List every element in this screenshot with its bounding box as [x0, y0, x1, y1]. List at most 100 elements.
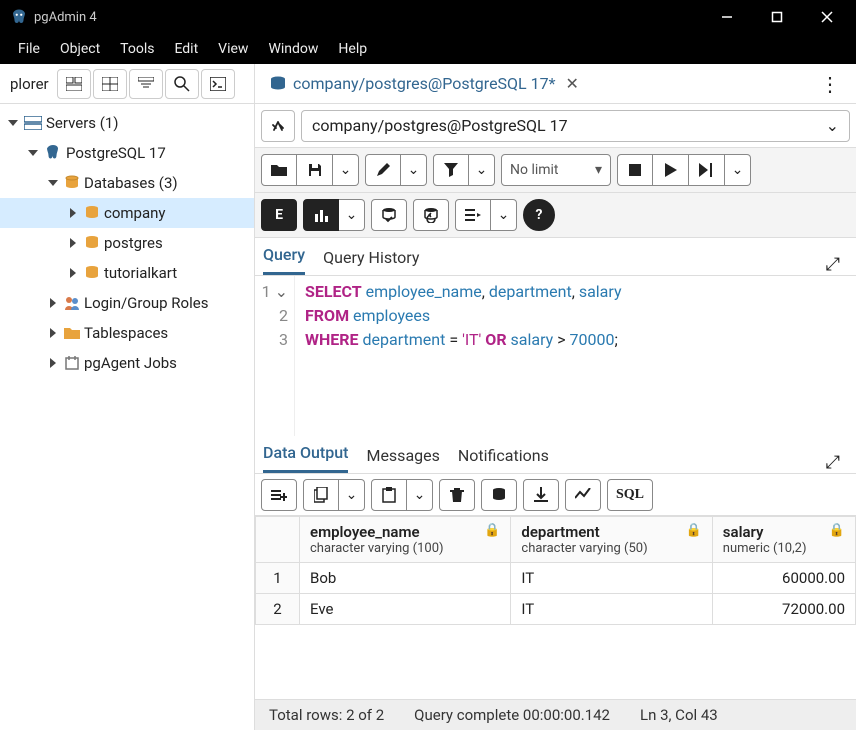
filter-button[interactable] [129, 69, 163, 99]
explain-e-button[interactable]: E [261, 199, 297, 231]
cell[interactable]: IT [511, 563, 712, 594]
download-button[interactable] [523, 479, 559, 511]
edit-button[interactable] [365, 154, 401, 186]
menu-bar: File Object Tools Edit View Window Help [0, 34, 856, 64]
tab-notifications[interactable]: Notifications [458, 438, 549, 473]
col-header-department[interactable]: 🔒departmentcharacter varying (50) [511, 517, 712, 563]
graph-button[interactable] [565, 479, 601, 511]
tree-servers[interactable]: Servers (1) [0, 108, 254, 138]
sql-code[interactable]: SELECT employee_name, department, salary… [295, 276, 632, 436]
tab-query-history[interactable]: Query History [323, 240, 419, 275]
help-button[interactable]: ? [523, 199, 555, 231]
close-icon[interactable]: ✕ [566, 74, 579, 93]
edit-dropdown[interactable]: ⌄ [401, 154, 427, 186]
maximize-button[interactable] [752, 0, 802, 34]
cell[interactable]: 60000.00 [712, 563, 855, 594]
execute-dropdown[interactable]: ⌄ [725, 154, 751, 186]
menu-help[interactable]: Help [328, 37, 377, 61]
copy-button[interactable] [303, 479, 339, 511]
minimize-button[interactable] [702, 0, 752, 34]
row-header-corner[interactable] [256, 517, 300, 563]
save-data-button[interactable] [481, 479, 517, 511]
cell[interactable]: 72000.00 [712, 594, 855, 625]
analyze-dropdown[interactable]: ⌄ [339, 199, 365, 231]
paste-dropdown[interactable]: ⌄ [407, 479, 433, 511]
tree-tablespaces[interactable]: Tablespaces [0, 318, 254, 348]
analyze-button[interactable] [303, 199, 339, 231]
connection-status-button[interactable] [261, 110, 295, 142]
editor-tab[interactable]: company/postgres@PostgreSQL 17* ✕ [261, 74, 587, 93]
search-button[interactable] [165, 69, 199, 99]
object-tree[interactable]: Servers (1) PostgreSQL 17 Databases (3) … [0, 104, 254, 730]
output-tabs: Data Output Messages Notifications ⤢ [255, 436, 856, 474]
filter-dropdown[interactable]: ⌄ [469, 154, 495, 186]
terminal-button[interactable] [201, 69, 235, 99]
expand-output-icon[interactable]: ⤢ [818, 452, 848, 473]
explain-button[interactable] [689, 154, 725, 186]
tab-label: company/postgres@PostgreSQL 17* [293, 74, 556, 93]
menu-view[interactable]: View [208, 37, 258, 61]
tab-messages[interactable]: Messages [366, 438, 439, 473]
sql-view-button[interactable]: SQL [607, 479, 653, 511]
tree-db-postgres[interactable]: postgres [0, 228, 254, 258]
menu-tools[interactable]: Tools [110, 37, 164, 61]
elephant-icon [44, 144, 62, 162]
paste-button[interactable] [371, 479, 407, 511]
properties-button[interactable] [57, 69, 91, 99]
macros-dropdown[interactable]: ⌄ [491, 199, 517, 231]
tree-db-tutorialkart[interactable]: tutorialkart [0, 258, 254, 288]
app-icon [10, 8, 28, 26]
main-panel: company/postgres@PostgreSQL 17* ✕ ⋮ comp… [255, 64, 856, 730]
database-icon [269, 75, 287, 93]
database-icon [64, 175, 80, 191]
col-header-employee-name[interactable]: 🔒employee_namecharacter varying (100) [300, 517, 511, 563]
lock-icon: 🔒 [686, 523, 702, 538]
connection-row: company/postgres@PostgreSQL 17 ⌄ [255, 104, 856, 148]
servers-icon [24, 116, 42, 130]
title-bar: pgAdmin 4 [0, 0, 856, 34]
macros-button[interactable] [455, 199, 491, 231]
menu-object[interactable]: Object [50, 37, 110, 61]
tree-databases[interactable]: Databases (3) [0, 168, 254, 198]
cell[interactable]: Eve [300, 594, 511, 625]
menu-window[interactable]: Window [258, 37, 328, 61]
grid-button[interactable] [93, 69, 127, 99]
explorer-title: plorer [4, 75, 55, 93]
limit-select[interactable]: No limit▾ [501, 154, 611, 186]
open-file-button[interactable] [261, 154, 297, 186]
expand-editor-icon[interactable]: ⤢ [818, 254, 848, 275]
tab-query[interactable]: Query [263, 237, 305, 275]
tab-data-output[interactable]: Data Output [263, 435, 348, 473]
fold-icon[interactable]: ⌄ [275, 282, 288, 301]
output-toolbar: ⌄ ⌄ SQL [255, 474, 856, 516]
save-button[interactable] [297, 154, 333, 186]
tree-db-company[interactable]: company [0, 198, 254, 228]
cell[interactable]: Bob [300, 563, 511, 594]
save-dropdown[interactable]: ⌄ [333, 154, 359, 186]
copy-dropdown[interactable]: ⌄ [339, 479, 365, 511]
lock-icon: 🔒 [484, 523, 500, 538]
tree-pgagent[interactable]: pgAgent Jobs [0, 348, 254, 378]
rollback-button[interactable] [413, 199, 449, 231]
stop-button[interactable] [617, 154, 653, 186]
col-header-salary[interactable]: 🔒salarynumeric (10,2) [712, 517, 855, 563]
execute-button[interactable] [653, 154, 689, 186]
filter-query-button[interactable] [433, 154, 469, 186]
add-row-button[interactable] [261, 479, 297, 511]
menu-edit[interactable]: Edit [164, 37, 208, 61]
table-row[interactable]: 1BobIT60000.00 [256, 563, 856, 594]
results-grid[interactable]: 🔒employee_namecharacter varying (100) 🔒d… [255, 516, 856, 700]
close-button[interactable] [802, 0, 852, 34]
tree-pg-server[interactable]: PostgreSQL 17 [0, 138, 254, 168]
menu-file[interactable]: File [8, 37, 50, 61]
chevron-down-icon [48, 180, 58, 186]
tree-roles[interactable]: Login/Group Roles [0, 288, 254, 318]
cell[interactable]: IT [511, 594, 712, 625]
commit-button[interactable] [371, 199, 407, 231]
delete-row-button[interactable] [439, 479, 475, 511]
status-cursor: Ln 3, Col 43 [640, 706, 718, 724]
table-row[interactable]: 2EveIT72000.00 [256, 594, 856, 625]
connection-select[interactable]: company/postgres@PostgreSQL 17 ⌄ [301, 110, 850, 142]
tab-menu-button[interactable]: ⋮ [810, 72, 850, 96]
sql-editor[interactable]: 1 ⌄ 2 3 SELECT employee_name, department… [255, 276, 856, 436]
